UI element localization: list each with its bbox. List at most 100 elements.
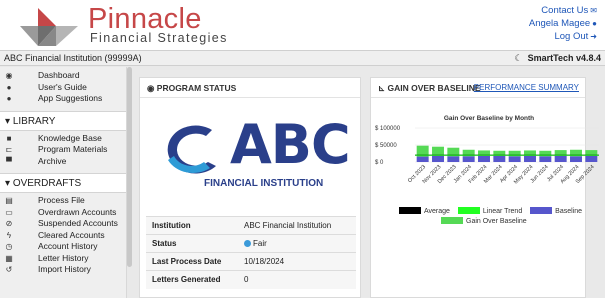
dashboard-icon: ◉ bbox=[147, 83, 157, 93]
bar-baseline bbox=[432, 155, 444, 162]
table-row: Last Process Date 10/18/2024 bbox=[146, 252, 356, 271]
sidebar-scrollbar[interactable] bbox=[127, 67, 132, 267]
pinnacle-logo-icon bbox=[20, 8, 78, 46]
caret-down-icon: ▾ bbox=[5, 178, 13, 189]
card-icon: ▭ bbox=[5, 207, 13, 217]
gain-over-baseline-header: ⊾ GAIN OVER BASELINE PERFORMANCE SUMMARY bbox=[371, 78, 585, 98]
overdrafts-header-label: OVERDRAFTS bbox=[12, 178, 82, 189]
sidebar-item-import-history[interactable]: ↺ Import History bbox=[0, 264, 126, 276]
institution-name: ABC Financial Institution (99999A) bbox=[4, 53, 142, 63]
status-indicator-icon bbox=[244, 240, 251, 247]
institution-bar: ABC Financial Institution (99999A) ☾ Smar… bbox=[0, 50, 605, 66]
gain-over-baseline-panel: ⊾ GAIN OVER BASELINE PERFORMANCE SUMMARY … bbox=[370, 77, 599, 298]
user-name: Angela Magee bbox=[528, 18, 591, 29]
moon-icon[interactable]: ☾ bbox=[515, 53, 523, 63]
sidebar-item-label: User's Guide bbox=[38, 81, 87, 92]
folder-icon: ■ bbox=[6, 133, 12, 143]
contact-us-link[interactable]: Contact Us ✉ bbox=[529, 4, 597, 17]
bar-baseline bbox=[570, 156, 582, 162]
version-text: SmartTech v4.8.4 bbox=[527, 53, 601, 63]
legend-label-baseline: Baseline bbox=[555, 208, 583, 215]
sidebar-nav: ◉ Dashboard ● User's Guide ● App Suggestion… bbox=[0, 67, 127, 298]
sidebar-item-archive[interactable]: ▀ Archive bbox=[0, 156, 126, 168]
brand-tagline: Financial Strategies bbox=[90, 31, 228, 45]
table-row: Status Fair bbox=[146, 234, 356, 253]
legend-swatch-average bbox=[399, 207, 421, 214]
legend-label-linear-trend: Linear Trend bbox=[482, 208, 523, 215]
chart-title: Gain Over Baseline by Month bbox=[444, 115, 534, 122]
ban-icon: ⊘ bbox=[5, 219, 13, 228]
sidebar-item-label: Suspended Accounts bbox=[38, 218, 118, 228]
sidebar-item-dashboard[interactable]: ◉ Dashboard bbox=[0, 70, 126, 82]
sidebar-item-program-materials[interactable]: ⊏ Program Materials bbox=[0, 144, 126, 156]
program-status-title: PROGRAM STATUS bbox=[156, 83, 237, 93]
user-profile-link[interactable]: Angela Magee ● bbox=[529, 17, 597, 30]
gain-over-baseline-chart: Gain Over Baseline by Month $ 100000 $ 500… bbox=[375, 115, 599, 185]
sidebar-item-users-guide[interactable]: ● User's Guide bbox=[0, 82, 126, 94]
table-row: Letters Generated 0 bbox=[146, 270, 356, 289]
sitemap-icon: ⊏ bbox=[5, 145, 13, 154]
y-tick-label: $ 0 bbox=[375, 160, 384, 166]
caret-down-icon: ▾ bbox=[5, 115, 13, 127]
sidebar-item-cleared-accounts[interactable]: ϟ Cleared Accounts bbox=[0, 230, 126, 242]
bar-baseline bbox=[447, 156, 460, 162]
info-icon: ● bbox=[6, 82, 12, 92]
row-key: Last Process Date bbox=[146, 252, 238, 271]
abc-swoosh-icon bbox=[167, 125, 216, 174]
sidebar-item-overdrawn-accounts[interactable]: ▭ Overdrawn Accounts bbox=[0, 207, 126, 219]
abc-logo-text: ABC bbox=[230, 113, 351, 176]
sidebar-item-letter-history[interactable]: ▦ Letter History bbox=[0, 253, 126, 265]
bar-baseline bbox=[524, 155, 536, 162]
sidebar-item-knowledge-base[interactable]: ■ Knowledge Base bbox=[0, 133, 126, 145]
legend-swatch-baseline bbox=[530, 207, 553, 214]
legend-label-average: Average bbox=[424, 208, 450, 215]
y-tick-label: $ 100000 bbox=[375, 126, 401, 132]
clock-icon: ◷ bbox=[5, 242, 13, 251]
overdrafts-section-header[interactable]: ▾ OVERDRAFTS bbox=[0, 173, 126, 193]
sidebar-item-suspended-accounts[interactable]: ⊘ Suspended Accounts bbox=[0, 218, 126, 230]
calendar-icon: ▦ bbox=[5, 253, 13, 263]
sidebar-item-label: Archive bbox=[38, 155, 67, 166]
bar-baseline bbox=[478, 155, 490, 162]
envelope-icon: ✉ bbox=[590, 6, 597, 15]
comment-icon: ● bbox=[6, 94, 12, 103]
table-row: Institution ABC Financial Institution bbox=[146, 216, 356, 235]
sidebar-item-label: App Suggestions bbox=[38, 93, 103, 103]
bar-baseline bbox=[508, 156, 521, 162]
row-key: Institution bbox=[146, 216, 238, 235]
logout-label: Log Out bbox=[554, 31, 589, 42]
row-value: Fair bbox=[238, 234, 356, 253]
library-section-header[interactable]: ▾ LIBRARY bbox=[0, 110, 126, 131]
chart-legend: Average Linear Trend Baseline Gain Over … bbox=[399, 207, 599, 227]
performance-summary-link[interactable]: PERFORMANCE SUMMARY bbox=[474, 78, 579, 98]
legend-swatch-linear-trend bbox=[457, 207, 480, 214]
row-key: Letters Generated bbox=[146, 270, 238, 289]
sidebar-item-label: Account History bbox=[38, 241, 98, 251]
sidebar-item-label: Overdrawn Accounts bbox=[38, 206, 117, 217]
sidebar-item-label: Import History bbox=[38, 264, 91, 274]
sidebar-item-label: Program Materials bbox=[38, 144, 108, 154]
version-label: ☾ SmartTech v4.8.4 bbox=[515, 51, 601, 65]
history-icon: ↺ bbox=[5, 265, 13, 274]
y-tick-label: $ 50000 bbox=[375, 143, 397, 149]
legend-label-gain: Gain Over Baseline bbox=[466, 218, 527, 225]
library-header-label: LIBRARY bbox=[12, 115, 56, 127]
logout-link[interactable]: Log Out ➜ bbox=[529, 30, 597, 43]
sign-out-icon: ➜ bbox=[590, 32, 597, 41]
bar-gain bbox=[432, 146, 444, 156]
sidebar-item-app-suggestions[interactable]: ● App Suggestions bbox=[0, 93, 126, 105]
dashboard-icon: ◉ bbox=[5, 71, 13, 80]
sidebar-item-account-history[interactable]: ◷ Account History bbox=[0, 241, 126, 253]
row-value: ABC Financial Institution bbox=[238, 216, 356, 235]
user-icon: ● bbox=[592, 19, 597, 28]
gain-panel-title: GAIN OVER BASELINE bbox=[387, 83, 481, 93]
row-value: 0 bbox=[238, 270, 356, 289]
sidebar-item-process-file[interactable]: ▤ Process File bbox=[0, 195, 126, 207]
status-value: Fair bbox=[253, 239, 267, 248]
user-links: Contact Us ✉ Angela Magee ● Log Out ➜ bbox=[529, 4, 597, 43]
abc-logo-subtext: FINANCIAL INSTITUTION bbox=[204, 178, 324, 189]
bar-baseline bbox=[493, 155, 506, 162]
bar-baseline bbox=[539, 156, 552, 162]
program-status-header: ◉ PROGRAM STATUS bbox=[140, 78, 360, 98]
sidebar-item-label: Letter History bbox=[38, 252, 89, 263]
